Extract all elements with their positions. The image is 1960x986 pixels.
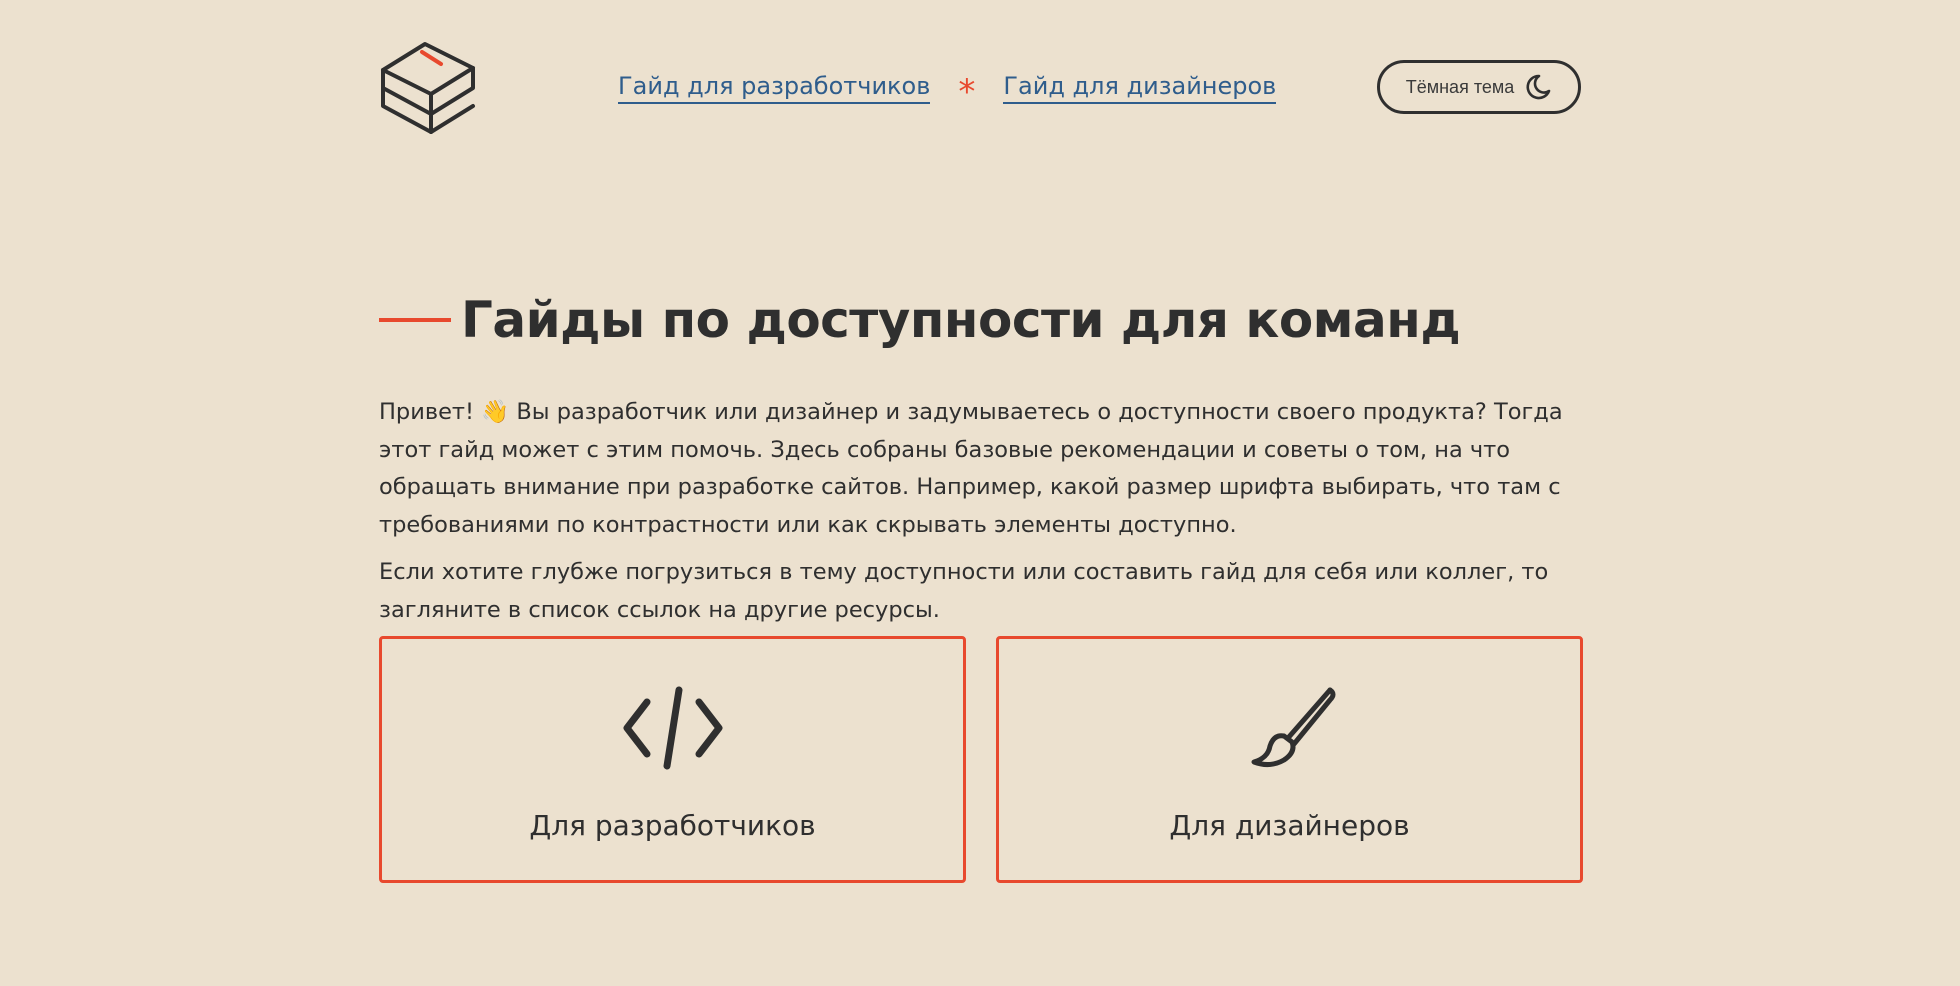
moon-icon [1524, 73, 1552, 101]
page-title: Гайды по доступности для команд [461, 291, 1461, 349]
card-label-developers: Для разработчиков [529, 809, 816, 842]
site-header: Гайд для разработчиков * Гайд для дизайн… [0, 0, 1960, 175]
code-icon [623, 684, 723, 772]
card-label-designers: Для дизайнеров [1169, 809, 1410, 842]
intro-text: Привет! 👋 Вы разработчик или дизайнер и … [379, 394, 1583, 629]
nav-link-developers[interactable]: Гайд для разработчиков [618, 72, 931, 104]
page-title-row: Гайды по доступности для команд [379, 280, 1583, 360]
nav-link-designers[interactable]: Гайд для дизайнеров [1003, 72, 1277, 104]
developers-guide-card[interactable]: Для разработчиков [379, 636, 966, 883]
designers-guide-card[interactable]: Для дизайнеров [996, 636, 1583, 883]
brush-icon [1240, 684, 1340, 772]
dark-theme-toggle-button[interactable]: Тёмная тема [1377, 60, 1581, 114]
intro-paragraph-2: Если хотите глубже погрузиться в тему до… [379, 559, 1549, 623]
title-accent-dash [379, 318, 451, 322]
main-content: Гайды по доступности для команд Привет! … [379, 280, 1583, 639]
book-stack-icon[interactable] [377, 38, 477, 138]
nav-separator: * [958, 72, 976, 112]
intro-paragraph-1: Привет! 👋 Вы разработчик или дизайнер и … [379, 399, 1563, 538]
theme-button-label: Тёмная тема [1405, 76, 1515, 97]
guide-cards: Для разработчиков Для дизайнеров [379, 636, 1583, 883]
main-nav: Гайд для разработчиков * Гайд для дизайн… [618, 68, 1277, 112]
